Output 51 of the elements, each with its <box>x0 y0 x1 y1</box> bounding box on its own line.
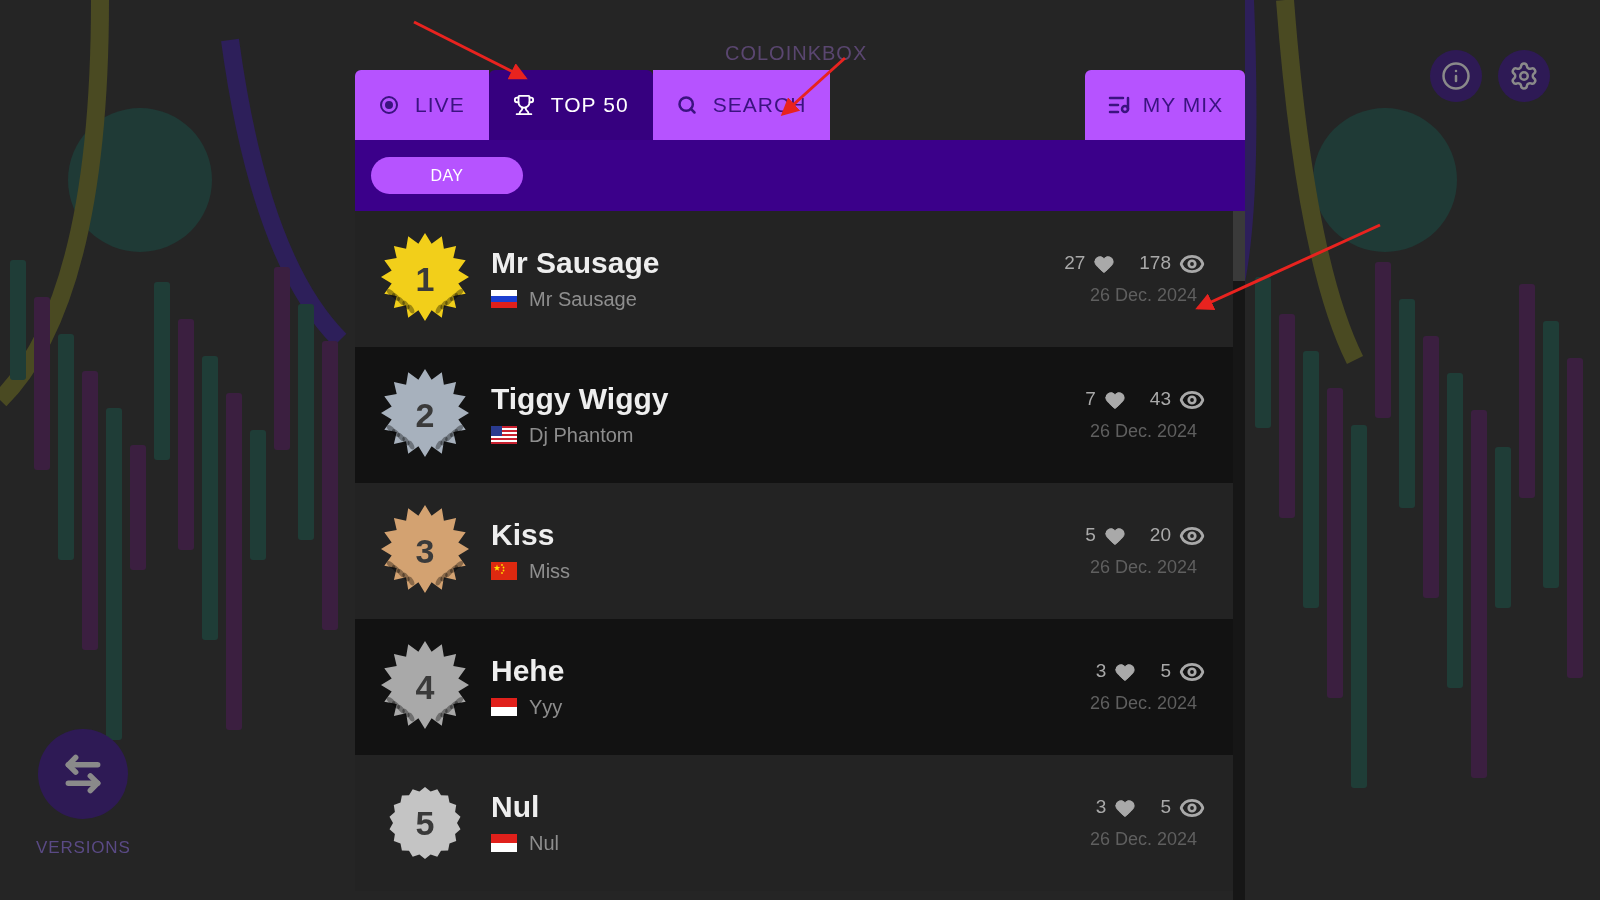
logo-text: COLOINKBOX <box>725 41 868 66</box>
view-count: 20 <box>1149 523 1171 548</box>
filter-chip[interactable]: DAY <box>371 157 523 194</box>
rank-number: 2 <box>415 398 435 432</box>
chart-row[interactable]: 2 Tiggy Wiggy Dj Phantom 7 43 26 Dec. 2024 <box>355 347 1233 483</box>
artist-name: Miss <box>529 558 571 584</box>
versions-label: VERSIONS <box>36 836 131 859</box>
view-count: 5 <box>1160 659 1171 684</box>
info-button[interactable] <box>1430 50 1482 102</box>
record-icon <box>379 95 399 115</box>
settings-icon <box>1509 61 1539 91</box>
song-title: Kiss <box>491 517 556 554</box>
search-icon <box>676 95 697 115</box>
tab[interactable]: TOP 50 <box>488 70 653 140</box>
flag-icon <box>491 425 517 444</box>
rank-number: 1 <box>415 262 435 296</box>
like-count: 3 <box>1095 795 1107 820</box>
view-count: 5 <box>1160 795 1171 820</box>
chart-row[interactable]: 4 Hehe Yyy 3 5 26 Dec. 2024 <box>355 619 1233 755</box>
info-icon <box>1441 61 1471 91</box>
trophy-icon <box>512 94 535 116</box>
like-count: 7 <box>1085 387 1096 412</box>
my-mix-button[interactable]: MY MIX <box>1085 70 1245 140</box>
artist-name: Mr Sausage <box>529 286 637 312</box>
rank-number: 4 <box>415 670 435 704</box>
date-text: 26 Dec. 2024 <box>1089 827 1197 851</box>
rank-number: 3 <box>415 534 435 568</box>
date-text: 26 Dec. 2024 <box>1089 691 1197 715</box>
tab[interactable]: LIVE <box>355 70 489 140</box>
flag-icon <box>491 561 517 580</box>
song-title: Mr Sausage <box>491 245 661 282</box>
like-count: 27 <box>1064 251 1086 276</box>
date-text: 26 Dec. 2024 <box>1089 283 1197 307</box>
artist-name: Dj Phantom <box>529 422 634 448</box>
like-count: 3 <box>1095 659 1107 684</box>
artist-name: Yyy <box>529 694 563 720</box>
like-count: 5 <box>1085 523 1096 548</box>
flag-icon <box>491 697 517 716</box>
settings-button[interactable] <box>1498 50 1550 102</box>
artist-name: Nul <box>529 830 559 856</box>
flag-icon <box>491 289 517 308</box>
view-count: 178 <box>1139 251 1171 276</box>
scrollbar[interactable] <box>1233 211 1245 900</box>
view-count: 43 <box>1149 387 1171 412</box>
song-title: Hehe <box>491 653 566 690</box>
date-text: 26 Dec. 2024 <box>1089 419 1197 443</box>
song-title: Tiggy Wiggy <box>491 381 670 418</box>
rank-number: 5 <box>415 806 435 840</box>
date-text: 26 Dec. 2024 <box>1089 555 1197 579</box>
song-title: Nul <box>491 789 541 826</box>
flag-icon <box>491 833 517 852</box>
